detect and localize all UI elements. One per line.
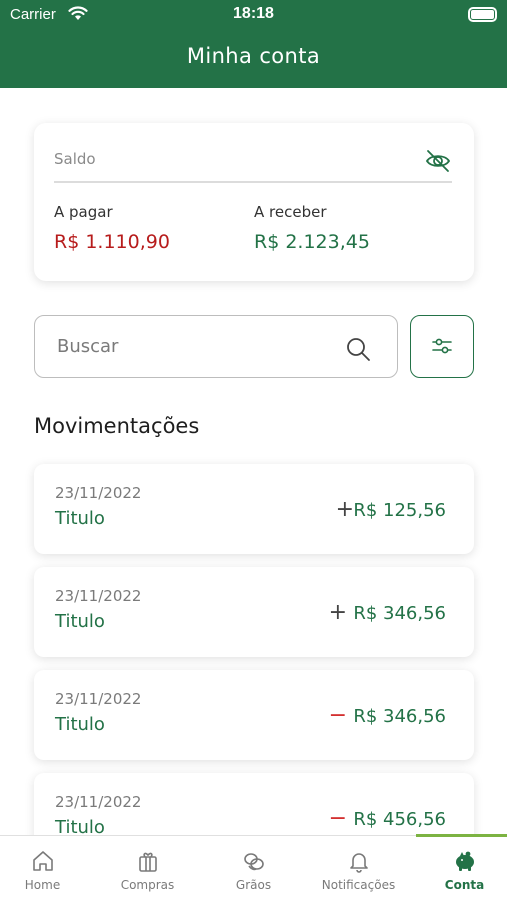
minus-icon: − <box>328 806 347 831</box>
home-icon <box>32 851 53 871</box>
plus-icon: + <box>335 497 354 522</box>
plus-icon: + <box>328 600 347 625</box>
transaction-title: Titulo <box>55 817 105 835</box>
transaction-amount: R$ 346,56 <box>353 603 446 624</box>
transaction-item[interactable]: 23/11/2022 Titulo − R$ 456,56 <box>34 773 474 835</box>
transaction-date: 23/11/2022 <box>55 587 142 605</box>
transaction-date: 23/11/2022 <box>55 690 142 708</box>
transaction-item[interactable]: 23/11/2022 Titulo + R$ 346,56 <box>34 567 474 657</box>
transaction-item[interactable]: 23/11/2022 Titulo − R$ 346,56 <box>34 670 474 760</box>
transaction-date: 23/11/2022 <box>55 793 142 811</box>
transaction-title: Titulo <box>55 714 105 735</box>
tab-label: Compras <box>120 878 175 892</box>
tab-home[interactable]: Home <box>0 836 93 900</box>
bell-icon <box>349 853 368 873</box>
transaction-amount: R$ 346,56 <box>353 706 446 727</box>
tab-graos[interactable]: Grãos <box>203 836 304 900</box>
tab-label: Grãos <box>235 878 272 892</box>
tab-bar: Home Compras Grãos Notificações Conta <box>0 834 507 900</box>
tab-label: Notificações <box>321 878 396 892</box>
gift-icon <box>138 852 157 872</box>
transaction-title: Titulo <box>55 611 105 632</box>
transaction-item[interactable]: 23/11/2022 Titulo + R$ 125,56 <box>34 464 474 554</box>
tab-notificacoes[interactable]: Notificações <box>308 836 409 900</box>
transaction-date: 23/11/2022 <box>55 484 142 502</box>
tab-label: Home <box>24 878 61 892</box>
grains-icon <box>243 853 264 871</box>
tab-conta[interactable]: Conta <box>414 836 507 900</box>
transaction-amount: R$ 125,56 <box>353 500 446 521</box>
tab-label: Conta <box>444 878 485 892</box>
minus-icon: − <box>328 703 347 728</box>
transaction-amount: R$ 456,56 <box>353 809 446 830</box>
transaction-title: Titulo <box>55 508 105 529</box>
piggy-bank-icon <box>455 851 474 871</box>
tab-compras[interactable]: Compras <box>97 836 198 900</box>
transactions-list[interactable]: 23/11/2022 Titulo + R$ 125,56 23/11/2022… <box>0 0 507 835</box>
